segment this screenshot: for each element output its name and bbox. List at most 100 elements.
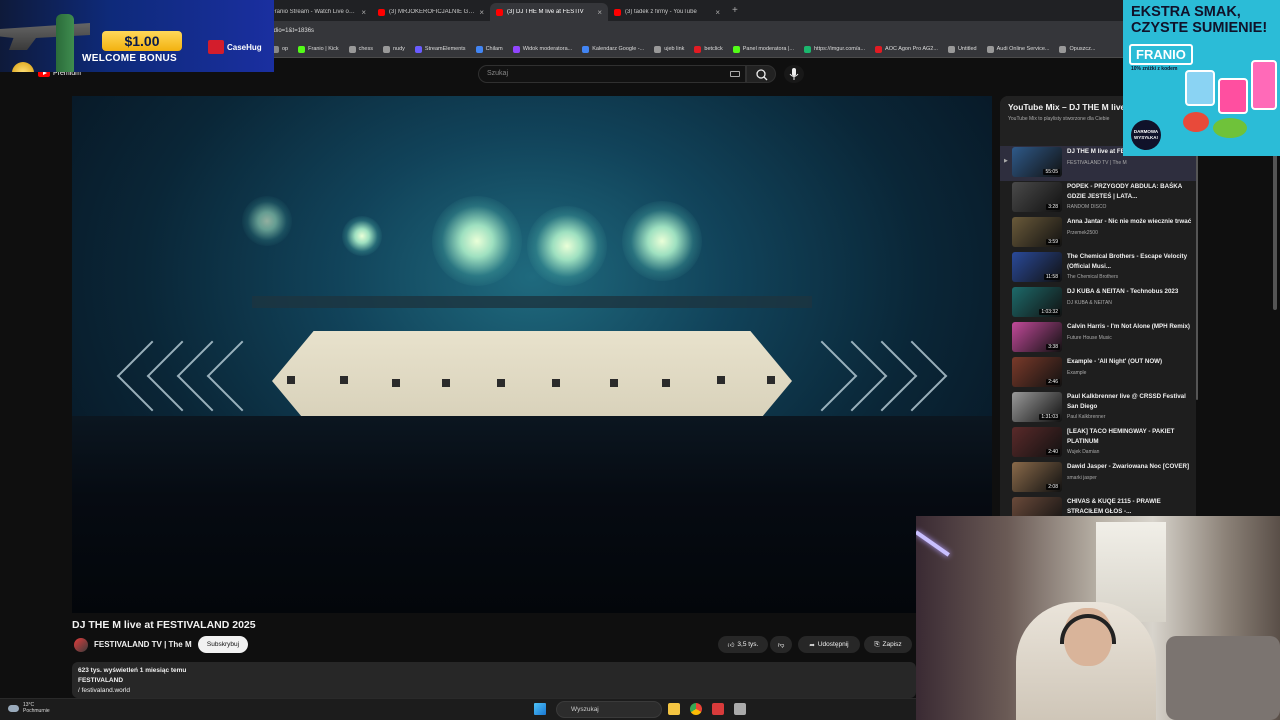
windows-start-button[interactable] bbox=[534, 703, 546, 715]
playlist-item[interactable]: 3:28 POPEK - PRZYGODY ABDULA: BAŚKA GDZI… bbox=[1000, 181, 1196, 216]
bookmark-favicon-icon bbox=[875, 45, 883, 53]
stage-led bbox=[287, 376, 295, 384]
bookmark-item[interactable]: Untitled bbox=[947, 45, 977, 53]
bookmark-item[interactable]: Widok moderatora... bbox=[512, 45, 573, 53]
file-explorer-icon[interactable] bbox=[668, 703, 680, 715]
playlist-item[interactable]: 3:59 Anna Jantar - Nic nie może wiecznie… bbox=[1000, 216, 1196, 251]
app-icon[interactable] bbox=[734, 703, 746, 715]
tab-favicon-icon bbox=[378, 8, 385, 16]
close-tab-icon[interactable]: × bbox=[597, 8, 602, 17]
bookmark-item[interactable]: StreamElements bbox=[414, 45, 466, 53]
playlist-item-channel: RANDOM DISCO bbox=[1067, 204, 1107, 210]
bookmark-item[interactable]: chess bbox=[348, 45, 373, 53]
playlist-item[interactable]: CHIVAS & KUQE 2115 - PRAWIE STRACIŁEM GŁ… bbox=[1000, 496, 1196, 516]
weather-widget[interactable]: 13°C Pochmurnie bbox=[8, 702, 50, 714]
playlist-item[interactable]: 1:03:32 DJ KUBA & NEITAN - Technobus 202… bbox=[1000, 286, 1196, 321]
casehug-logo-icon bbox=[208, 40, 224, 54]
close-tab-icon[interactable]: × bbox=[479, 8, 484, 17]
new-tab-button[interactable]: + bbox=[732, 5, 738, 16]
bookmark-item[interactable]: betclick bbox=[694, 45, 723, 53]
thumbs-down-icon: 👎︎ bbox=[777, 641, 785, 649]
search-input[interactable]: Szukaj bbox=[478, 65, 746, 83]
browser-tab[interactable]: (3) DJ THE M live at FESTIV × bbox=[490, 3, 608, 21]
playlist-item[interactable]: 3:38 Calvin Harris - I'm Not Alone (MPH … bbox=[1000, 321, 1196, 356]
close-tab-icon[interactable]: × bbox=[361, 8, 366, 17]
bookmark-item[interactable]: Kalendarz Google -... bbox=[582, 45, 644, 53]
bookmark-item[interactable]: Audi Online Service... bbox=[986, 45, 1049, 53]
dislike-button[interactable]: 👎︎ bbox=[770, 636, 792, 653]
windows-taskbar: 13°C Pochmurnie Wyszukaj bbox=[0, 698, 916, 720]
bookmark-item[interactable]: Panel moderatora |... bbox=[732, 45, 794, 53]
playlist-thumbnail: 2:40 bbox=[1012, 427, 1062, 457]
stage-led bbox=[610, 379, 618, 387]
duration-badge: 2:46 bbox=[1046, 379, 1060, 385]
tab-title: (3) DJ THE M live at FESTIV bbox=[507, 9, 584, 15]
bookmark-favicon-icon bbox=[947, 45, 955, 53]
bookmark-item[interactable]: Franio | Kick bbox=[298, 45, 339, 53]
bookmark-item[interactable]: ujeb link bbox=[654, 45, 684, 53]
voice-search-button[interactable] bbox=[784, 65, 804, 83]
bookmark-label: Panel moderatora |... bbox=[742, 46, 794, 52]
bookmark-label: betclick bbox=[704, 46, 723, 52]
browser-tab[interactable]: (3) tadek z firmy - YouTube × bbox=[608, 3, 726, 21]
playlist-item[interactable]: 2:46 Example - 'All Night' (OUT NOW) Exa… bbox=[1000, 356, 1196, 391]
stage-led bbox=[392, 379, 400, 387]
subscribe-button[interactable]: Subskrybuj bbox=[198, 636, 248, 653]
search-button[interactable] bbox=[746, 65, 776, 83]
thumbs-up-icon: 👍︎ bbox=[727, 641, 735, 649]
playlist-item[interactable]: 1:31:03 Paul Kalkbrenner live @ CRSSD Fe… bbox=[1000, 391, 1196, 426]
chrome-icon[interactable] bbox=[690, 703, 702, 715]
bookmark-item[interactable]: Opuszcz... bbox=[1059, 45, 1096, 53]
stage-led bbox=[442, 379, 450, 387]
product-jar bbox=[1185, 70, 1215, 106]
stage-light bbox=[432, 196, 522, 286]
bookmark-label: Opuszcz... bbox=[1069, 46, 1096, 52]
weather-text: Pochmurnie bbox=[23, 708, 50, 714]
playlist-item[interactable]: 2:40 [LEAK] TACO HEMINGWAY - PAKIET PLAT… bbox=[1000, 426, 1196, 461]
sponsor-badge: DARMOWA WYSYŁKA! bbox=[1131, 120, 1161, 150]
taskbar-search[interactable]: Wyszukaj bbox=[556, 701, 662, 718]
bookmark-label: Widok moderatora... bbox=[522, 46, 573, 52]
bookmark-item[interactable]: Chilam bbox=[475, 45, 503, 53]
bookmark-item[interactable]: AOC Agon Pro AG2... bbox=[875, 45, 938, 53]
stage-led bbox=[552, 379, 560, 387]
app-icon[interactable] bbox=[712, 703, 724, 715]
video-player[interactable] bbox=[72, 96, 992, 613]
ad-grenade-image bbox=[56, 14, 74, 72]
share-icon: ➦ bbox=[809, 641, 815, 649]
bookmark-item[interactable]: op bbox=[272, 45, 288, 53]
close-tab-icon[interactable]: × bbox=[715, 8, 720, 17]
keyboard-icon[interactable] bbox=[730, 71, 740, 77]
bookmark-icon: ⎘ bbox=[874, 640, 880, 648]
playlist-thumbnail: 2:46 bbox=[1012, 357, 1062, 387]
playlist-item[interactable]: 2:08 Dawid Jasper - Zwariowana Noc [COVE… bbox=[1000, 461, 1196, 496]
playlist-item-channel: Wujek Damian bbox=[1067, 449, 1100, 455]
playlist-item-channel: Przemek2500 bbox=[1067, 229, 1098, 236]
description-box[interactable]: 623 tys. wyświetleń 1 miesiąc temu FESTI… bbox=[72, 662, 916, 698]
channel-name[interactable]: FESTIVALAND TV | The M bbox=[94, 640, 192, 649]
playlist-list: ▶ 55:05 DJ THE M live at FESTIVALAND 202… bbox=[1000, 146, 1196, 516]
channel-avatar[interactable] bbox=[74, 638, 88, 652]
ad-bonus-text: WELCOME BONUS bbox=[82, 53, 178, 64]
bookmark-item[interactable]: https://imgur.com/a... bbox=[804, 45, 865, 53]
sponsor-headline: EKSTRA SMAK, CZYSTE SUMIENIE! bbox=[1131, 4, 1268, 36]
tab-favicon-icon bbox=[614, 8, 621, 16]
crowd bbox=[72, 416, 992, 613]
bookmark-favicon-icon bbox=[414, 45, 422, 53]
video-title: DJ THE M live at FESTIVALAND 2025 bbox=[72, 619, 256, 631]
bookmark-favicon-icon bbox=[986, 45, 994, 53]
playlist-thumbnail: 11:58 bbox=[1012, 252, 1062, 282]
playlist-item[interactable]: 11:58 The Chemical Brothers - Escape Vel… bbox=[1000, 251, 1196, 286]
ad-coin-image bbox=[12, 62, 34, 72]
save-button[interactable]: ⎘ Zapisz bbox=[864, 636, 912, 653]
neon-light bbox=[916, 530, 950, 557]
like-button[interactable]: 👍︎ 3,5 tys. bbox=[718, 636, 768, 653]
share-button[interactable]: ➦ Udostępnij bbox=[798, 636, 860, 653]
bookmark-label: Untitled bbox=[957, 46, 977, 52]
sponsor-brand: FRANIO bbox=[1129, 44, 1193, 65]
bookmark-item[interactable]: nudy bbox=[382, 45, 405, 53]
bookmark-favicon-icon bbox=[694, 45, 702, 53]
browser-tab[interactable]: (3) MRJOKEROFICJALNIE GDZIE × bbox=[372, 3, 490, 21]
description-link[interactable]: / festivaland.world bbox=[78, 686, 910, 696]
bookmark-favicon-icon bbox=[654, 45, 662, 53]
